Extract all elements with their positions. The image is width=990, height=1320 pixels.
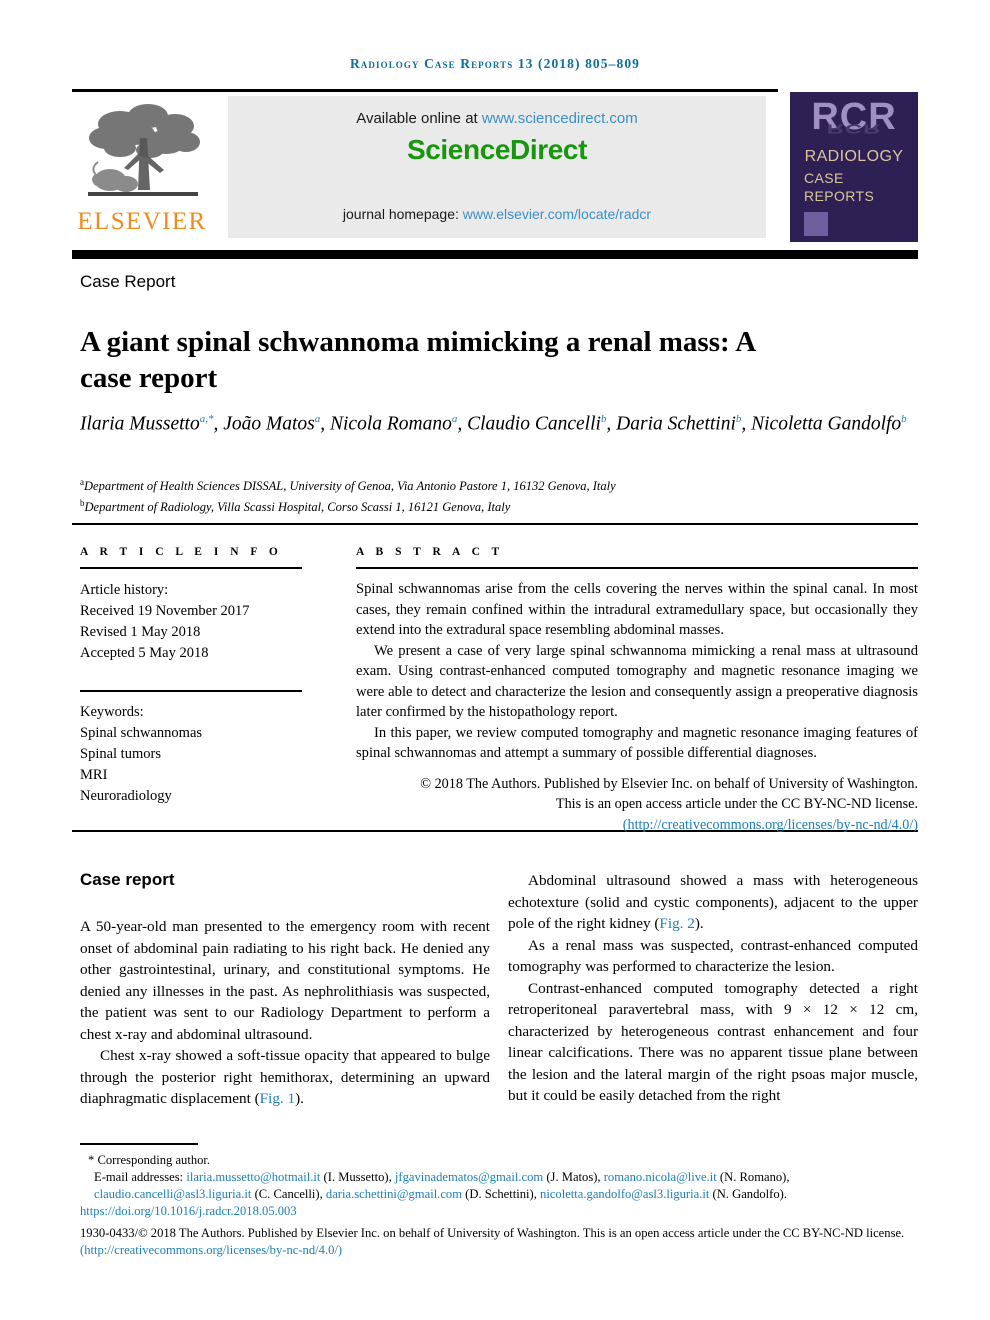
- license-url-link[interactable]: (http://creativecommons.org/licenses/by-…: [80, 1243, 342, 1257]
- article-info-heading-rule: [80, 567, 302, 569]
- email-owner: (I. Mussetto),: [320, 1170, 395, 1184]
- email-link[interactable]: nicoletta.gandolfo@asl3.liguria.it: [540, 1187, 709, 1201]
- article-history-label: Article history:: [80, 582, 169, 598]
- email-link[interactable]: daria.schettini@gmail.com: [326, 1187, 462, 1201]
- keyword-item: Spinal schwannomas: [80, 725, 203, 741]
- abstract-body: Spinal schwannomas arise from the cells …: [356, 579, 918, 764]
- body-paragraph: A 50-year-old man presented to the emerg…: [80, 918, 490, 1043]
- footnote-block: * Corresponding author. E-mail addresses…: [80, 1152, 918, 1220]
- body-right-text: Abdominal ultrasound showed a mass with …: [508, 870, 918, 1107]
- corresponding-author-note: * Corresponding author.: [88, 1153, 211, 1167]
- figure-reference-link[interactable]: Fig. 2: [659, 915, 694, 932]
- body-left-text: A 50-year-old man presented to the emerg…: [80, 916, 490, 1110]
- abstract-paragraph: We present a case of very large spinal s…: [356, 642, 918, 721]
- affiliation-list: aDepartment of Health Sciences DISSAL, U…: [80, 474, 920, 515]
- cover-line-reports: REPORTS: [804, 188, 875, 204]
- elsevier-mark-icon: [804, 212, 828, 236]
- email-owner: (J. Matos),: [543, 1170, 604, 1184]
- article-info-heading: A R T I C L E I N F O: [80, 546, 283, 558]
- figure-reference-link[interactable]: Fig. 1: [260, 1090, 295, 1107]
- section-heading-case-report: Case report: [80, 870, 175, 889]
- abstract-paragraph: In this paper, we review computed tomogr…: [356, 724, 918, 762]
- article-type-label: Case Report: [80, 272, 176, 291]
- keywords-list: Keywords: Spinal schwannomas Spinal tumo…: [80, 702, 302, 807]
- elsevier-logo[interactable]: ELSEVIER: [72, 96, 212, 242]
- header-top-rule: [72, 89, 778, 92]
- cover-line-case: CASE: [804, 170, 844, 186]
- email-owner: (N. Romano),: [716, 1170, 790, 1184]
- email-link[interactable]: ilaria.mussetto@hotmail.it: [186, 1170, 320, 1184]
- running-head: Radiology Case Reports 13 (2018) 805–809: [349, 56, 641, 71]
- email-addresses-label: E-mail addresses:: [94, 1170, 187, 1184]
- rcr-acronym-reflection: RCR: [826, 121, 882, 136]
- body-paragraph-text: Chest x-ray showed a soft-tissue opacity…: [80, 1047, 490, 1107]
- abstract-top-rule: [72, 523, 918, 525]
- body-paragraph: Chest x-ray showed a soft-tissue opacity…: [80, 1045, 490, 1110]
- page-title: A giant spinal schwannoma mimicking a re…: [80, 326, 755, 395]
- article-received: Received 19 November 2017: [80, 603, 250, 619]
- abstract-section: A B S T R A C T Spinal schwannomas arise…: [356, 546, 918, 835]
- article-history: Article history: Received 19 November 20…: [80, 580, 302, 664]
- keywords-label: Keywords:: [80, 704, 144, 720]
- keyword-item: MRI: [80, 767, 108, 783]
- email-owner: (C. Cancelli),: [251, 1187, 326, 1201]
- doi-link[interactable]: https://doi.org/10.1016/j.radcr.2018.05.…: [80, 1204, 297, 1218]
- body-paragraph: Contrast-enhanced computed tomography de…: [508, 979, 918, 1105]
- affiliation-b-text: Department of Radiology, Villa Scassi Ho…: [84, 499, 511, 514]
- journal-cover-thumbnail[interactable]: RCR RCR RADIOLOGY CASE REPORTS: [790, 92, 918, 242]
- email-addresses-line: E-mail addresses: ilaria.mussetto@hotmai…: [80, 1169, 918, 1203]
- author-list: Ilaria Mussettoa,*, João Matosa, Nicola …: [80, 413, 907, 435]
- available-online-label: Available online at: [356, 110, 482, 127]
- article-accepted: Accepted 5 May 2018: [80, 645, 209, 661]
- article-revised: Revised 1 May 2018: [80, 624, 201, 640]
- license-text: 1930-0433/© 2018 The Authors. Published …: [80, 1226, 905, 1240]
- cover-line-radiology: RADIOLOGY: [804, 148, 904, 165]
- license-link[interactable]: (http://creativecommons.org/licenses/by-…: [623, 817, 918, 833]
- body-paragraph: As a renal mass was suspected, contrast-…: [508, 936, 918, 976]
- body-right-column: Abdominal ultrasound showed a mass with …: [508, 870, 918, 1107]
- copyright-line-2: This is an open access article under the…: [555, 796, 918, 812]
- email-link[interactable]: claudio.cancelli@asl3.liguria.it: [94, 1187, 251, 1201]
- footnote-rule: [80, 1143, 198, 1145]
- article-info-section: A R T I C L E I N F O Article history: R…: [80, 546, 302, 807]
- copyright-line-1: © 2018 The Authors. Published by Elsevie…: [420, 775, 918, 792]
- affiliation-a: aDepartment of Health Sciences DISSAL, U…: [80, 477, 616, 494]
- journal-homepage-link[interactable]: www.elsevier.com/locate/radcr: [463, 206, 651, 222]
- abstract-copyright: © 2018 The Authors. Published by Elsevie…: [356, 774, 918, 836]
- abstract-paragraph: Spinal schwannomas arise from the cells …: [356, 581, 918, 638]
- journal-homepage-label: journal homepage:: [342, 206, 463, 222]
- sciencedirect-logo[interactable]: ScienceDirect: [228, 134, 766, 166]
- affiliation-b: bDepartment of Radiology, Villa Scassi H…: [80, 497, 511, 514]
- article-page: Radiology Case Reports 13 (2018) 805–809: [0, 0, 990, 1320]
- keyword-item: Neuroradiology: [80, 788, 172, 804]
- sciencedirect-link[interactable]: www.sciencedirect.com: [482, 110, 638, 127]
- license-block: 1930-0433/© 2018 The Authors. Published …: [80, 1225, 918, 1259]
- journal-homepage-line: journal homepage: www.elsevier.com/locat…: [228, 206, 766, 222]
- available-online-line: Available online at www.sciencedirect.co…: [228, 110, 766, 127]
- sciencedirect-band: Available online at www.sciencedirect.co…: [228, 96, 766, 238]
- email-owner: (D. Schettini),: [462, 1187, 541, 1201]
- journal-header: ELSEVIER Available online at www.science…: [72, 92, 918, 242]
- email-link[interactable]: jfgavinadematos@gmail.com: [395, 1170, 543, 1184]
- doi-line: https://doi.org/10.1016/j.radcr.2018.05.…: [80, 1203, 918, 1220]
- header-bottom-bar: [72, 250, 918, 259]
- keyword-item: Spinal tumors: [80, 746, 161, 762]
- elsevier-wordmark: ELSEVIER: [77, 208, 207, 235]
- body-paragraph: Abdominal ultrasound showed a mass with …: [508, 872, 918, 932]
- abstract-heading: A B S T R A C T: [356, 546, 504, 558]
- keywords-rule: [80, 690, 302, 692]
- elsevier-tree-icon: [80, 98, 206, 210]
- body-left-column: Case report A 50-year-old man presented …: [80, 870, 490, 1110]
- email-owner: (N. Gandolfo).: [709, 1187, 788, 1201]
- abstract-heading-rule: [356, 567, 918, 569]
- affiliation-a-text: Department of Health Sciences DISSAL, Un…: [84, 479, 616, 494]
- email-link[interactable]: romano.nicola@live.it: [604, 1170, 717, 1184]
